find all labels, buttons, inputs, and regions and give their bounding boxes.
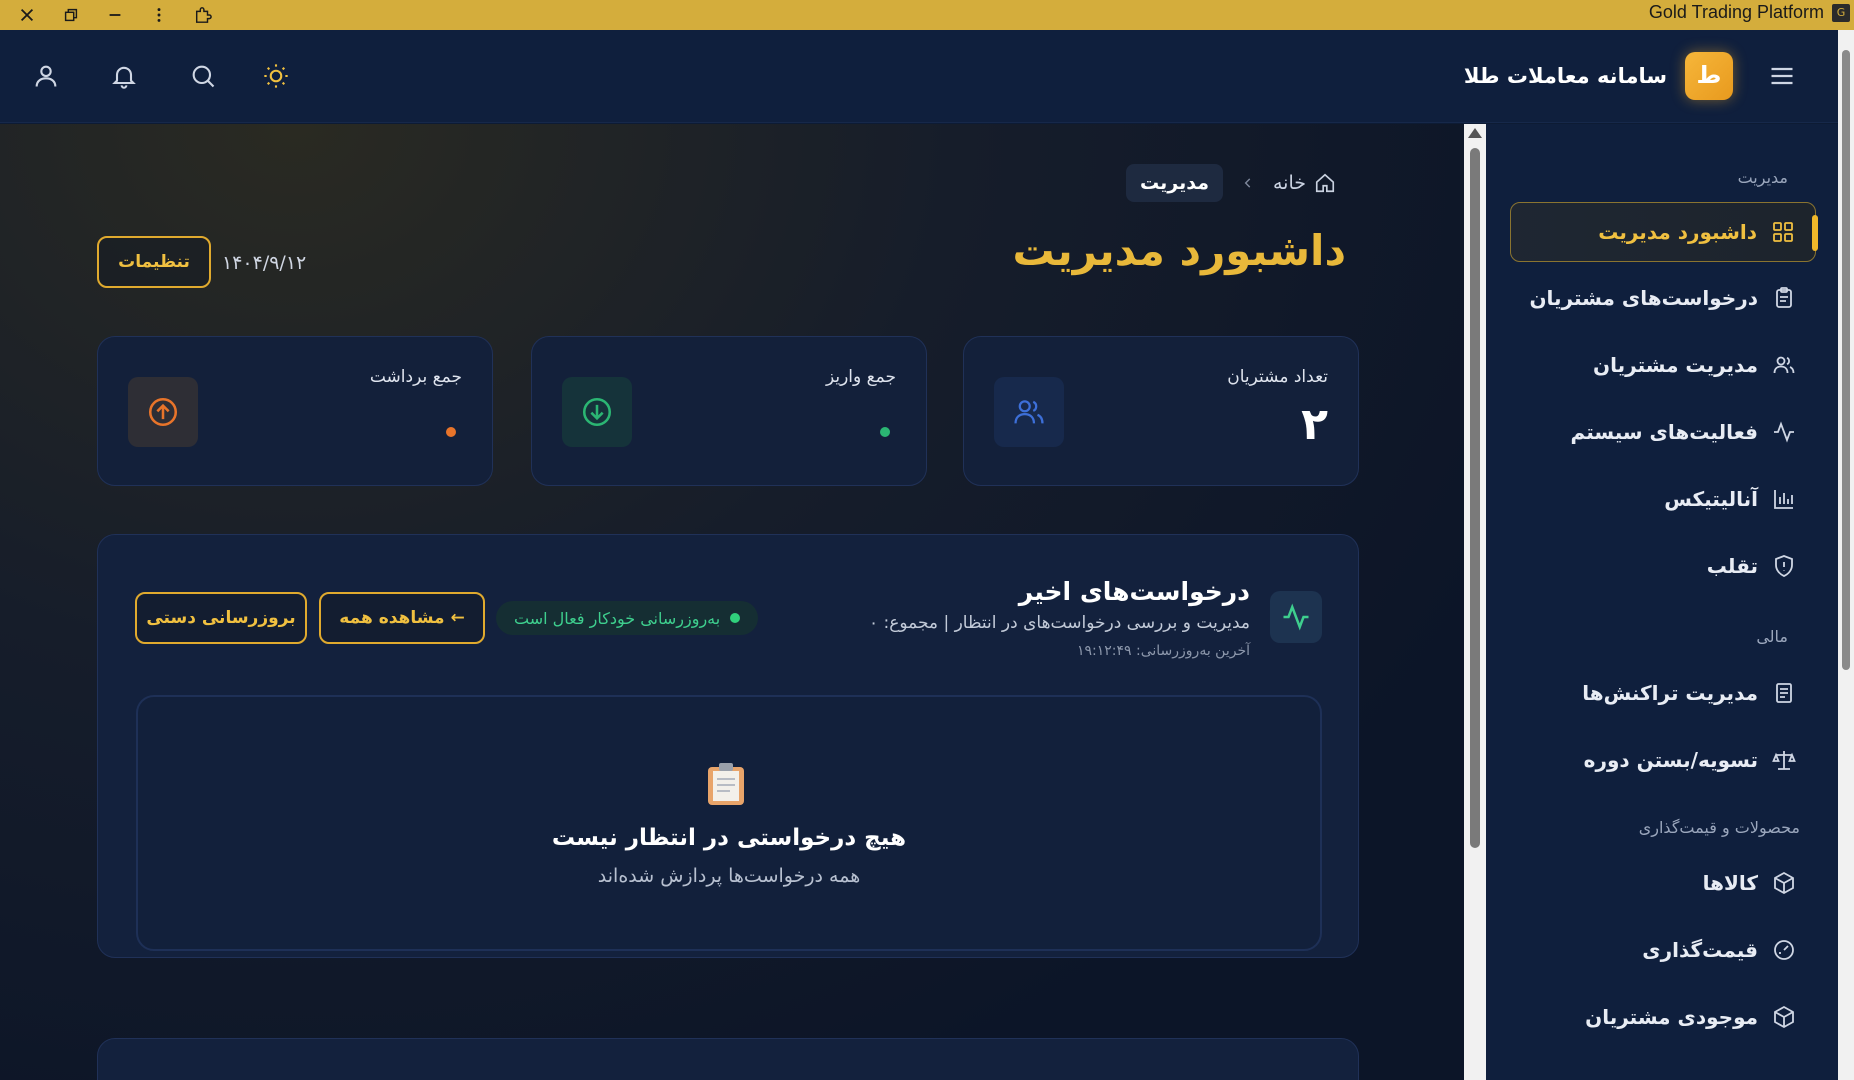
bar-chart-icon: [1774, 490, 1793, 509]
sidebar-item-transactions[interactable]: مدیریت تراکنش‌ها: [1510, 663, 1816, 723]
more-vertical-icon[interactable]: [142, 0, 176, 30]
clipboard-icon: [1776, 287, 1792, 308]
sidebar-item-customer-management[interactable]: مدیریت مشتریان: [1510, 335, 1816, 395]
clipboard-icon: [708, 763, 744, 805]
sidebar-item-label: درخواست‌های مشتریان: [1529, 286, 1758, 310]
panel-subtitle: مدیریت و بررسی درخواست‌های در انتظار | م…: [868, 613, 1250, 633]
empty-subtitle: همه درخواست‌ها پردازش شده‌اند: [597, 865, 861, 887]
scrollbar-thumb[interactable]: [1470, 148, 1480, 848]
panel-title: درخواست‌های اخیر: [1018, 577, 1250, 606]
top-header: ط سامانه معاملات طلا: [0, 30, 1838, 123]
minimize-icon[interactable]: [98, 0, 132, 30]
users-icon: [994, 377, 1064, 447]
stat-card-customers: تعداد مشتریان ۲: [963, 336, 1359, 486]
stat-label: جمع واریز: [825, 367, 896, 387]
sidebar-item-label: موجودی مشتریان: [1585, 1005, 1758, 1029]
chevron-icon: [1244, 178, 1251, 188]
sidebar-item-customer-requests[interactable]: درخواست‌های مشتریان: [1510, 268, 1816, 328]
sidebar-item-fraud[interactable]: تقلب: [1510, 536, 1816, 596]
user-icon[interactable]: [28, 58, 64, 94]
recent-requests-panel: درخواست‌های اخیر مدیریت و بررسی درخواست‌…: [97, 534, 1359, 958]
sidebar-item-label: قیمت‌گذاری: [1642, 938, 1758, 962]
scale-icon: [1772, 751, 1796, 770]
box-icon: [1774, 1005, 1794, 1029]
sidebar-item-label: کالاها: [1702, 871, 1758, 895]
bell-icon[interactable]: [106, 58, 142, 94]
stat-card-withdrawals: جمع برداشت: [97, 336, 493, 486]
activity-icon: [1270, 591, 1322, 643]
settings-button[interactable]: تنظیمات: [97, 236, 211, 288]
view-all-button[interactable]: مشاهده همه ←: [319, 592, 485, 644]
window-title: Gold Trading Platform: [1648, 2, 1824, 22]
sidebar-item-settlement[interactable]: تسویه/بستن دوره: [1510, 730, 1816, 790]
manual-refresh-button[interactable]: بروزرسانی دستی: [135, 592, 307, 644]
sidebar-item-label: داشبورد مدیریت: [1598, 220, 1757, 244]
stat-card-deposits: جمع واریز: [531, 336, 927, 486]
status-dot: [730, 613, 741, 623]
current-date: ۱۴۰۴/۹/۱۲: [222, 252, 307, 274]
last-update: آخرین به‌روزرسانی: ۱۹:۱۲:۴۹: [1076, 643, 1250, 659]
package-icon: [1774, 871, 1794, 895]
sidebar: مدیریت داشبورد مدیریت درخواست‌های مشتریا…: [1486, 124, 1838, 1080]
receipt-icon: [1776, 683, 1792, 703]
brand-name: سامانه معاملات طلا: [1463, 64, 1667, 88]
breadcrumb-current: مدیریت: [1126, 164, 1223, 202]
shield-icon: [1775, 555, 1793, 577]
empty-title: هیچ درخواستی در انتظار نیست: [551, 825, 907, 851]
stat-label: جمع برداشت: [369, 367, 462, 387]
brand-logo: ط: [1685, 52, 1733, 100]
sidebar-item-label: فعالیت‌های سیستم: [1570, 420, 1758, 444]
secondary-panel: [97, 1038, 1359, 1080]
activity-icon: [1774, 421, 1794, 443]
grid-icon: [1773, 222, 1793, 242]
stat-label: تعداد مشتریان: [1227, 367, 1328, 387]
search-icon[interactable]: [185, 58, 221, 94]
auto-update-label: به‌روزرسانی خودکار فعال است: [514, 608, 721, 628]
status-dot: [880, 427, 890, 437]
sidebar-item-label: تقلب: [1706, 554, 1758, 578]
sidebar-section-title: محصولات و قیمت‌گذاری: [1638, 818, 1800, 837]
app-icon: G: [1832, 4, 1850, 22]
stat-value: ۲: [1301, 399, 1328, 450]
arrow-up-circle-icon: [128, 377, 198, 447]
sidebar-section-title: مدیریت: [1737, 168, 1788, 187]
gauge-icon: [1774, 940, 1794, 960]
sidebar-item-label: مدیریت تراکنش‌ها: [1582, 681, 1758, 705]
users-icon: [1773, 356, 1795, 374]
sidebar-item-analytics[interactable]: آنالیتیکس: [1510, 469, 1816, 529]
scrollbar-thumb[interactable]: [1842, 50, 1850, 670]
close-icon[interactable]: [10, 0, 44, 30]
breadcrumb-home[interactable]: خانه: [1273, 172, 1336, 194]
arrow-down-circle-icon: [562, 377, 632, 447]
content-scrollbar[interactable]: [1464, 124, 1486, 1080]
empty-state: هیچ درخواستی در انتظار نیست همه درخواست‌…: [136, 695, 1322, 951]
auto-update-badge: به‌روزرسانی خودکار فعال است: [496, 601, 759, 635]
restore-icon[interactable]: [54, 0, 88, 30]
main-content: خانه مدیریت داشبورد مدیریت ۱۴۰۴/۹/۱۲ تنظ…: [0, 124, 1464, 1080]
sun-icon[interactable]: [258, 58, 294, 94]
brand[interactable]: ط سامانه معاملات طلا: [1464, 52, 1733, 100]
sidebar-item-customer-inventory[interactable]: موجودی مشتریان: [1510, 987, 1816, 1047]
page-title: داشبورد مدیریت: [1012, 226, 1346, 275]
sidebar-item-pricing[interactable]: قیمت‌گذاری: [1510, 920, 1816, 980]
status-dot: [446, 427, 456, 437]
sidebar-item-admin-dashboard[interactable]: داشبورد مدیریت: [1510, 202, 1818, 262]
sidebar-item-products[interactable]: کالاها: [1510, 853, 1816, 913]
home-icon: [1315, 173, 1335, 193]
breadcrumb-home-label: خانه: [1272, 172, 1306, 194]
sidebar-section-title: مالی: [1756, 627, 1788, 646]
window-titlebar: Gold Trading Platform G: [0, 0, 1854, 30]
sidebar-item-label: مدیریت مشتریان: [1593, 353, 1758, 377]
hamburger-icon[interactable]: [1764, 58, 1800, 94]
sidebar-item-system-activities[interactable]: فعالیت‌های سیستم: [1510, 402, 1816, 462]
scroll-up-icon[interactable]: [1468, 128, 1482, 138]
window-scrollbar[interactable]: [1838, 30, 1854, 1080]
breadcrumb: خانه مدیریت: [1126, 164, 1336, 202]
extension-icon[interactable]: [186, 0, 220, 30]
sidebar-item-label: تسویه/بستن دوره: [1583, 748, 1758, 772]
sidebar-item-label: آنالیتیکس: [1664, 487, 1758, 511]
